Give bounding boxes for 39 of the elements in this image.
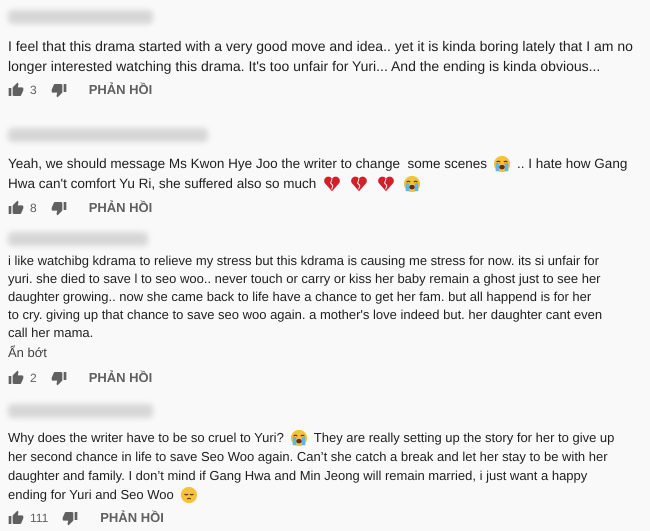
reply-button[interactable]: PHẢN HỒI [84, 368, 156, 388]
show-less-link[interactable]: Ẩn bớt [8, 343, 47, 363]
comment-text: her second chance in life to save Seo Woo again. Can’t she catch a break and let her stay to be with her [8, 448, 608, 466]
comment-text: Hwa can't comfort Yu Ri, she suffered also so much [8, 175, 316, 193]
broken-heart-icon [350, 175, 368, 193]
comment-text: Why does the writer have to be so cruel to Yuri? [8, 429, 284, 447]
thumbs-up-icon[interactable] [8, 370, 24, 386]
like-count: 8 [30, 200, 37, 217]
comment-text: longer interested watching this drama. It's too unfair for Yuri... And the ending is kinda obvious... [8, 57, 600, 76]
like-count: 3 [30, 82, 37, 99]
comment-text: ending for Yuri and Seo Woo [8, 486, 174, 504]
reply-button[interactable]: PHẢN HỒI [84, 198, 156, 218]
broken-heart-icon [323, 175, 342, 193]
comment-text: .. I hate how Gang [517, 155, 628, 173]
comment-text: yuri. she died to save l to seo woo.. never touch or carry or kiss her baby remain a ghost just to see her [8, 270, 601, 288]
reply-button[interactable]: PHẢN HỒI [96, 508, 168, 528]
reply-button[interactable]: PHẢN HỒI [84, 80, 156, 100]
comment-text: to cry. giving up that chance to save seo woo again. a mother's love indeed but. her daughter cant even [8, 306, 602, 324]
sad-face-icon [180, 486, 198, 504]
like-count: 2 [30, 370, 37, 387]
comment-text: I feel that this drama started with a very good move and idea.. yet it is kinda boring lately that I am no [8, 37, 633, 56]
thumbs-up-icon[interactable] [8, 510, 24, 526]
crying-face-icon [403, 175, 422, 193]
thumbs-down-icon[interactable] [62, 510, 78, 526]
broken-heart-icon [377, 175, 396, 193]
crying-face-icon [290, 428, 308, 446]
crying-face-icon [493, 155, 512, 173]
thumbs-down-icon[interactable] [50, 200, 67, 216]
comment-text: i like watchibg kdrama to relieve my stress but this kdrama is causing me stress for now. its si unfair for [8, 252, 599, 270]
thumbs-down-icon[interactable] [50, 82, 67, 98]
comment-text: Yeah, we should message Ms Kwon Hye Joo the writer to change some scenes [8, 155, 488, 173]
comment-text: daughter and family. I don’t mind if Gang Hwa and Min Jeong will remain married, i just want a happy [8, 467, 588, 485]
thumbs-down-icon[interactable] [50, 370, 67, 386]
comment-text: call her mama. [8, 324, 94, 342]
like-count: 111 [30, 510, 48, 527]
comment-text: daughter growing.. now she came back to life have a chance to get her fam. but all happend is for her [8, 288, 592, 306]
comment-text: They are really setting up the story for her to give up [314, 429, 614, 447]
thumbs-up-icon[interactable] [8, 82, 24, 98]
thumbs-up-icon[interactable] [8, 200, 24, 216]
